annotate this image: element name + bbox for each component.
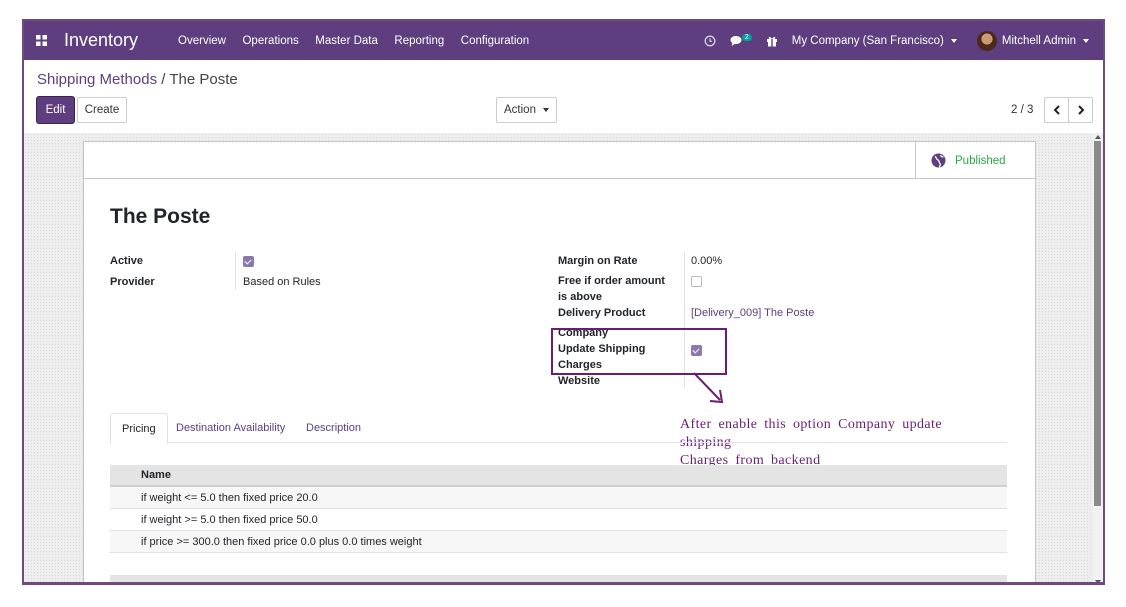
menu-item-operations[interactable]: Operations	[242, 35, 298, 47]
table-cell: if weight >= 5.0 then fixed price 50.0	[141, 513, 318, 526]
navbar-systray: 2 My Company (San Francisco) Mitchell Ad…	[704, 21, 1103, 60]
table-cell: if price >= 300.0 then fixed price 0.0 p…	[141, 535, 422, 548]
action-dropdown-button[interactable]: Action	[496, 97, 557, 123]
website-label: Website	[558, 375, 600, 387]
tab-pricing[interactable]: Pricing	[110, 413, 168, 444]
breadcrumb-separator: /	[161, 71, 166, 88]
annotation-arrow-icon	[693, 372, 724, 404]
chevron-left-icon	[1053, 105, 1060, 115]
active-label: Active	[110, 255, 144, 267]
table-cell: if weight <= 5.0 then fixed price 20.0	[141, 491, 318, 504]
user-avatar[interactable]	[976, 30, 997, 51]
app-menu-icon[interactable]	[26, 21, 56, 60]
tab-destination-availability[interactable]: Destination Availability	[165, 413, 296, 443]
margin-label: Margin on Rate	[558, 255, 638, 267]
menu-item-configuration[interactable]: Configuration	[461, 35, 529, 47]
tab-description[interactable]: Description	[295, 413, 372, 443]
table-row[interactable]: if weight <= 5.0 then fixed price 20.0	[110, 487, 1007, 509]
globe-icon	[931, 153, 946, 168]
form-sheet: Published The Poste Active Provider Base…	[83, 141, 1036, 582]
delivery-product-link[interactable]: [Delivery_009] The Poste	[691, 305, 814, 321]
app-window: Inventory Overview Operations Master Dat…	[22, 19, 1105, 585]
chevron-down-icon	[542, 108, 549, 112]
scrollbar-thumb[interactable]	[1094, 141, 1101, 506]
free-amount-label-line1: Free if order amount	[558, 275, 665, 287]
company-name: My Company (San Francisco)	[791, 34, 944, 47]
column-header-name[interactable]: Name	[141, 469, 171, 481]
published-button[interactable]: Published	[915, 142, 1035, 179]
menu-item-master-data[interactable]: Master Data	[315, 35, 378, 47]
table-footer	[110, 575, 1007, 582]
vertical-scrollbar[interactable]	[1093, 133, 1103, 582]
table-header: Name	[110, 465, 1007, 487]
pager-previous-button[interactable]	[1044, 97, 1069, 123]
chevron-down-icon	[950, 38, 957, 43]
provider-label: Provider	[110, 276, 155, 288]
main-menu: Overview Operations Master Data Reportin…	[178, 35, 546, 47]
menu-item-reporting[interactable]: Reporting	[394, 35, 444, 47]
pricing-rules-table: Name if weight <= 5.0 then fixed price 2…	[110, 465, 1007, 553]
activity-clock-icon[interactable]	[704, 35, 716, 47]
free-amount-label-line2: is above	[558, 291, 603, 303]
table-row[interactable]: if weight >= 5.0 then fixed price 50.0	[110, 509, 1007, 531]
provider-value[interactable]: Based on Rules	[243, 274, 321, 290]
breadcrumb: Shipping Methods / The Poste	[37, 71, 238, 88]
breadcrumb-parent-link[interactable]: Shipping Methods	[37, 71, 157, 88]
company-switcher[interactable]: My Company (San Francisco)	[792, 35, 957, 47]
table-row[interactable]: if price >= 300.0 then fixed price 0.0 p…	[110, 531, 1007, 553]
chevron-down-icon	[1083, 38, 1089, 43]
edit-button[interactable]: Edit	[37, 97, 74, 123]
messages-count-badge: 2	[741, 34, 752, 41]
breadcrumb-current: The Poste	[169, 71, 238, 88]
sheet-button-box: Published	[84, 142, 1035, 179]
pager-next-button[interactable]	[1068, 97, 1093, 123]
messages-icon[interactable]: 2	[730, 34, 752, 47]
app-title[interactable]: Inventory	[64, 30, 138, 51]
margin-value[interactable]: 0.00%	[691, 253, 722, 269]
scroll-down-icon[interactable]	[1095, 580, 1101, 582]
delivery-product-label: Delivery Product	[558, 307, 646, 319]
top-navbar: Inventory Overview Operations Master Dat…	[24, 21, 1103, 60]
create-button[interactable]: Create	[77, 97, 127, 123]
user-menu[interactable]: Mitchell Admin	[1002, 35, 1089, 47]
free-over-checkbox[interactable]	[691, 276, 702, 287]
published-status: Published	[955, 154, 1006, 167]
menu-item-overview[interactable]: Overview	[178, 35, 226, 47]
chevron-right-icon	[1077, 105, 1084, 115]
notebook-tabs: Pricing Destination Availability Descrip…	[110, 413, 1007, 444]
pager-value[interactable]: 2 / 3	[1011, 104, 1033, 116]
active-checkbox[interactable]	[243, 256, 254, 267]
gift-icon[interactable]	[766, 35, 778, 47]
highlight-box	[551, 328, 727, 375]
scroll-up-icon[interactable]	[1095, 135, 1101, 139]
field-divider	[235, 252, 236, 290]
user-name: Mitchell Admin	[1001, 34, 1076, 47]
action-label: Action	[504, 104, 536, 116]
record-title: The Poste	[110, 205, 211, 228]
